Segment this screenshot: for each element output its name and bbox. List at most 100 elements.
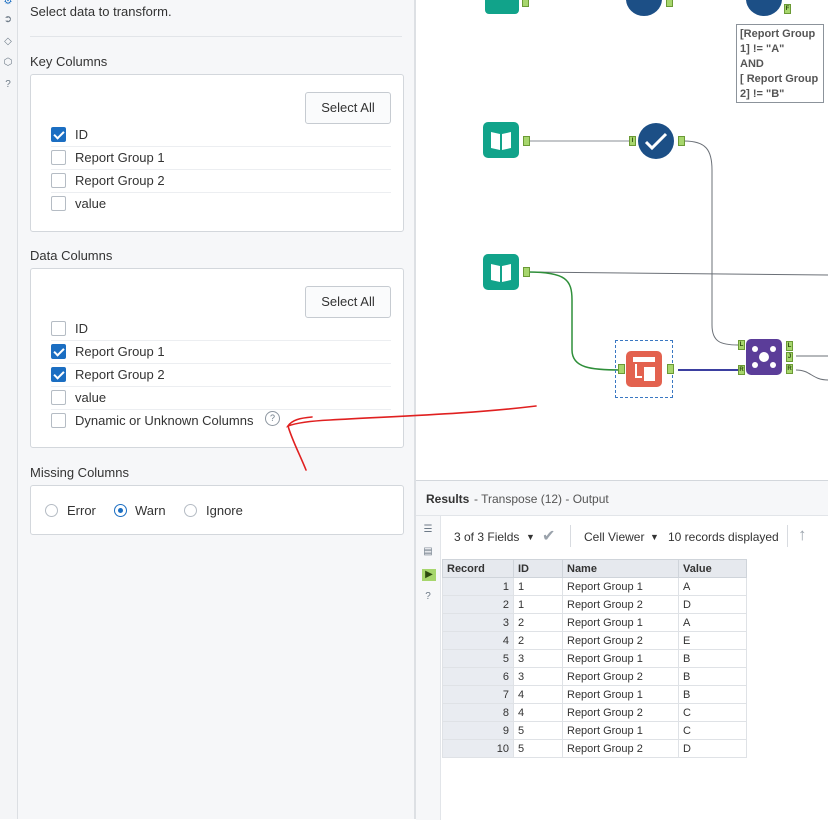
name-cell[interactable]: Report Group 1: [562, 685, 679, 704]
cell-viewer-dropdown[interactable]: Cell Viewer: [584, 530, 644, 544]
tag-icon[interactable]: ◇: [2, 36, 14, 48]
value-cell[interactable]: D: [678, 595, 747, 614]
output-anchor[interactable]: [678, 136, 685, 146]
name-cell[interactable]: Report Group 2: [562, 631, 679, 650]
data-column-row-report-group-2[interactable]: Report Group 2: [51, 364, 391, 387]
radio-warn[interactable]: [114, 504, 127, 517]
left-input-anchor[interactable]: L: [738, 340, 745, 350]
help-icon[interactable]: ?: [422, 591, 434, 603]
name-cell[interactable]: Report Group 2: [562, 667, 679, 686]
list-icon[interactable]: ☰: [422, 524, 434, 536]
table-row[interactable]: 5 3 Report Group 1B: [442, 649, 747, 668]
filter-tool[interactable]: [638, 123, 674, 159]
column-header-id[interactable]: ID: [513, 559, 563, 578]
cube-icon[interactable]: ⬡: [2, 57, 14, 69]
join-tool[interactable]: [746, 339, 782, 375]
id-cell[interactable]: 2: [513, 613, 563, 632]
checkbox[interactable]: [51, 367, 66, 382]
output-anchor[interactable]: [522, 0, 529, 7]
help-icon[interactable]: ?: [265, 411, 280, 426]
value-cell[interactable]: E: [678, 631, 747, 650]
table-row[interactable]: 10 5 Report Group 2D: [442, 739, 747, 758]
input-data-tool[interactable]: [483, 254, 519, 290]
chevron-down-icon[interactable]: ▼: [526, 532, 535, 542]
data-column-row-value[interactable]: value: [51, 387, 391, 410]
chevron-down-icon[interactable]: ▼: [650, 532, 659, 542]
key-column-row-id[interactable]: ID: [51, 124, 391, 147]
name-cell[interactable]: Report Group 1: [562, 613, 679, 632]
transpose-tool[interactable]: [626, 351, 662, 387]
fields-dropdown[interactable]: 3 of 3 Fields: [454, 530, 519, 544]
data-icon[interactable]: ▶: [422, 569, 436, 581]
output-anchor[interactable]: [666, 0, 673, 7]
checkbox[interactable]: [51, 413, 66, 428]
false-anchor[interactable]: F: [784, 4, 791, 14]
checkbox[interactable]: [51, 344, 66, 359]
value-cell[interactable]: C: [678, 703, 747, 722]
id-cell[interactable]: 3: [513, 667, 563, 686]
name-cell[interactable]: Report Group 2: [562, 739, 679, 758]
workflow-canvas[interactable]: F [Report Group 1] != "A" AND [ Report G…: [416, 0, 828, 480]
table-row[interactable]: 4 2 Report Group 2E: [442, 631, 747, 650]
id-cell[interactable]: 3: [513, 649, 563, 668]
right-output-anchor[interactable]: R: [786, 364, 793, 374]
value-cell[interactable]: B: [678, 649, 747, 668]
table-row[interactable]: 6 3 Report Group 2B: [442, 667, 747, 686]
id-cell[interactable]: 1: [513, 595, 563, 614]
checkbox[interactable]: [51, 127, 66, 142]
value-cell[interactable]: D: [678, 739, 747, 758]
name-cell[interactable]: Report Group 2: [562, 595, 679, 614]
data-column-row-id[interactable]: ID: [51, 318, 391, 341]
value-cell[interactable]: A: [678, 577, 747, 596]
radio-ignore[interactable]: [184, 504, 197, 517]
key-columns-select-all-button[interactable]: Select All: [305, 92, 391, 124]
table-row[interactable]: 8 4 Report Group 2C: [442, 703, 747, 722]
input-tool-icon[interactable]: [485, 0, 519, 14]
checkbox[interactable]: [51, 196, 66, 211]
arrow-up-icon[interactable]: ↑: [798, 525, 807, 545]
join-output-anchor[interactable]: J: [786, 352, 793, 362]
table-row[interactable]: 2 1 Report Group 2D: [442, 595, 747, 614]
table-row[interactable]: 1 1 Report Group 1A: [442, 577, 747, 596]
name-cell[interactable]: Report Group 2: [562, 703, 679, 722]
key-column-row-value[interactable]: value: [51, 193, 391, 215]
key-column-row-report-group-1[interactable]: Report Group 1: [51, 147, 391, 170]
name-cell[interactable]: Report Group 1: [562, 721, 679, 740]
right-input-anchor[interactable]: R: [738, 365, 745, 375]
radio-error[interactable]: [45, 504, 58, 517]
column-header-record[interactable]: Record: [442, 559, 514, 578]
data-column-row-report-group-1[interactable]: Report Group 1: [51, 341, 391, 364]
table-icon[interactable]: ▤: [422, 546, 434, 558]
arrow-circle-icon[interactable]: ➲: [2, 14, 14, 26]
data-column-row-dynamic[interactable]: Dynamic or Unknown Columns ?: [51, 410, 391, 432]
output-anchor[interactable]: [523, 136, 530, 146]
id-cell[interactable]: 4: [513, 703, 563, 722]
id-cell[interactable]: 1: [513, 577, 563, 596]
checkbox[interactable]: [51, 150, 66, 165]
input-anchor[interactable]: [618, 364, 625, 374]
key-column-row-report-group-2[interactable]: Report Group 2: [51, 170, 391, 193]
checkbox[interactable]: [51, 390, 66, 405]
input-data-tool[interactable]: [483, 122, 519, 158]
data-columns-select-all-button[interactable]: Select All: [305, 286, 391, 318]
column-header-name[interactable]: Name: [562, 559, 679, 578]
checkmark-icon[interactable]: ✔: [542, 526, 555, 546]
table-row[interactable]: 7 4 Report Group 1B: [442, 685, 747, 704]
help-icon[interactable]: ?: [2, 79, 14, 91]
id-cell[interactable]: 2: [513, 631, 563, 650]
left-output-anchor[interactable]: L: [786, 341, 793, 351]
id-cell[interactable]: 5: [513, 721, 563, 740]
input-anchor[interactable]: I: [629, 136, 636, 146]
table-row[interactable]: 9 5 Report Group 1C: [442, 721, 747, 740]
table-row[interactable]: 3 2 Report Group 1A: [442, 613, 747, 632]
output-anchor[interactable]: [523, 267, 530, 277]
value-cell[interactable]: C: [678, 721, 747, 740]
id-cell[interactable]: 5: [513, 739, 563, 758]
checkbox[interactable]: [51, 173, 66, 188]
checkbox[interactable]: [51, 321, 66, 336]
value-cell[interactable]: B: [678, 685, 747, 704]
value-cell[interactable]: A: [678, 613, 747, 632]
value-cell[interactable]: B: [678, 667, 747, 686]
column-header-value[interactable]: Value: [678, 559, 747, 578]
name-cell[interactable]: Report Group 1: [562, 649, 679, 668]
